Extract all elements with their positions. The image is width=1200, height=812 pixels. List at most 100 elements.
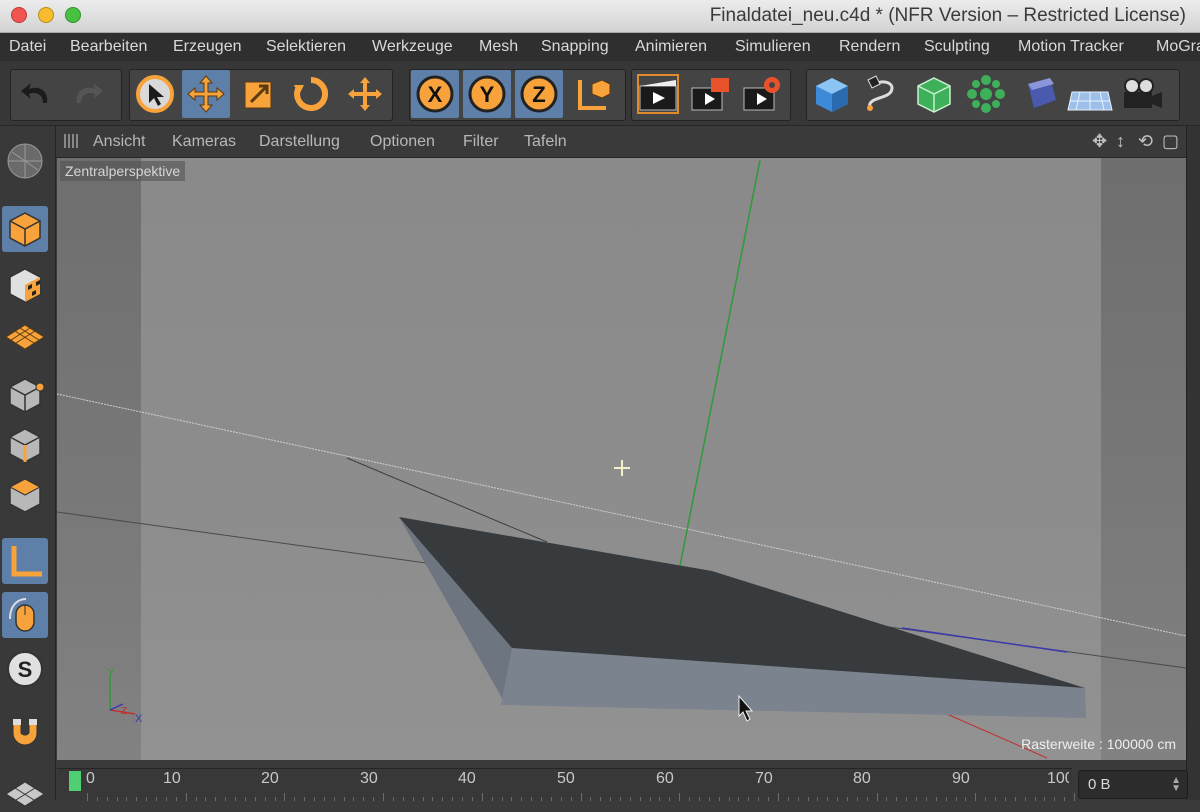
viewport-grip-icon[interactable] — [64, 134, 78, 148]
move-icon[interactable] — [182, 70, 230, 118]
viewport-solo-icon[interactable] — [2, 138, 48, 184]
texture-mode-icon[interactable] — [2, 262, 48, 308]
timeline-tick — [353, 797, 355, 801]
menu-simulieren[interactable]: Simulieren — [735, 38, 811, 56]
timeline-tick — [274, 797, 276, 801]
timeline-tick — [916, 797, 918, 801]
orbit-icon[interactable]: ⟲ — [1138, 131, 1153, 152]
undo-icon[interactable] — [13, 70, 61, 118]
menu-mograph[interactable]: MoGra — [1156, 38, 1200, 56]
grid-spacing-readout: Rasterweite : 100000 cm — [1021, 736, 1176, 752]
camera-label[interactable]: Zentralperspektive — [60, 161, 186, 181]
render-view-icon[interactable] — [634, 70, 682, 118]
timeline-tick — [807, 797, 809, 801]
viewport-menu-darstellung[interactable]: Darstellung — [259, 133, 340, 151]
timeline-tick — [768, 797, 770, 801]
menu-rendern[interactable]: Rendern — [839, 38, 900, 56]
render-picture-viewer-icon[interactable] — [686, 70, 734, 118]
right-panel-edge — [1186, 126, 1200, 800]
redo-icon[interactable] — [63, 70, 111, 118]
timeline-tick — [531, 797, 533, 801]
menu-sculpting[interactable]: Sculpting — [924, 38, 990, 56]
viewport-menu-filter[interactable]: Filter — [463, 133, 499, 151]
timeline-tick — [541, 797, 543, 801]
z-axis-label: Z — [532, 82, 545, 107]
axis-mode-icon[interactable] — [2, 538, 48, 584]
timeline-tick — [1054, 797, 1056, 801]
menu-datei[interactable]: Datei — [9, 38, 46, 56]
window-close-button[interactable] — [11, 7, 27, 23]
select-arrow-icon[interactable] — [131, 70, 179, 118]
tweak-mode-icon[interactable] — [2, 592, 48, 638]
stepper-arrows-icon[interactable]: ▲ ▼ — [1171, 776, 1181, 794]
menu-mesh[interactable]: Mesh — [479, 38, 518, 56]
timeline-tick — [254, 797, 256, 801]
points-mode-icon[interactable] — [2, 372, 48, 418]
menu-motion-tracker[interactable]: Motion Tracker — [1018, 38, 1124, 56]
magnet-icon[interactable] — [2, 710, 48, 756]
timeline-tick — [787, 797, 789, 801]
viewport-menu-kameras[interactable]: Kameras — [172, 133, 236, 151]
window-title: Finaldatei_neu.c4d * (NFR Version – Rest… — [709, 5, 1186, 26]
timeline-tick — [827, 797, 829, 801]
maximize-view-icon[interactable]: ▢ — [1162, 131, 1179, 152]
window-minimize-button[interactable] — [38, 7, 54, 23]
timeline-tick — [452, 797, 454, 801]
timeline-tick — [886, 797, 888, 801]
frame-input-field[interactable]: 0 B ▲ ▼ — [1078, 770, 1188, 799]
timeline-tick — [945, 797, 947, 801]
timeline-tick-label: 100 — [1047, 770, 1069, 787]
polygons-mode-icon[interactable] — [2, 472, 48, 518]
timeline-tick — [442, 797, 444, 801]
menu-bearbeiten[interactable]: Bearbeiten — [70, 38, 147, 56]
menu-erzeugen[interactable]: Erzeugen — [173, 38, 242, 56]
timeline-tick — [896, 797, 898, 801]
timeline-tick — [995, 797, 997, 801]
pan-icon[interactable]: ✥ — [1092, 131, 1107, 152]
deformer-icon[interactable] — [1016, 70, 1064, 118]
current-frame-marker[interactable] — [69, 771, 81, 791]
timeline-tick — [610, 797, 612, 801]
floor-grid-icon[interactable] — [2, 766, 48, 812]
transform-icon[interactable] — [341, 70, 389, 118]
menu-werkzeuge[interactable]: Werkzeuge — [372, 38, 453, 56]
menu-animieren[interactable]: Animieren — [635, 38, 707, 56]
viewport-menu-optionen[interactable]: Optionen — [370, 133, 435, 151]
timeline-tick — [343, 797, 345, 801]
window-maximize-button[interactable] — [65, 7, 81, 23]
menu-selektieren[interactable]: Selektieren — [266, 38, 346, 56]
timeline-ruler[interactable]: 0 10 20 30 40 50 60 70 80 90 100 — [57, 768, 1075, 801]
snap-icon[interactable]: S — [2, 646, 48, 692]
subdivision-surface-icon[interactable] — [910, 70, 958, 118]
scale-icon[interactable] — [235, 70, 283, 118]
gizmo-x-label: X — [135, 713, 143, 725]
camera-icon[interactable] — [1118, 70, 1166, 118]
crosshair-icon — [614, 460, 630, 476]
timeline-tick — [323, 797, 325, 801]
rotate-icon[interactable] — [287, 70, 335, 118]
workplane-icon[interactable] — [2, 314, 48, 360]
timeline-tick — [738, 797, 740, 801]
viewport-menu-ansicht[interactable]: Ansicht — [93, 133, 145, 151]
zoom-icon[interactable]: ↕ — [1116, 131, 1125, 152]
coordinate-system-icon[interactable] — [568, 70, 616, 118]
floor-icon[interactable] — [1066, 70, 1114, 118]
model-mode-icon[interactable] — [2, 206, 48, 252]
menu-snapping[interactable]: Snapping — [541, 38, 609, 56]
x-axis-lock-icon[interactable]: X — [411, 70, 459, 118]
spline-pen-icon[interactable] — [858, 70, 906, 118]
y-axis-lock-icon[interactable]: Y — [463, 70, 511, 118]
cube-icon[interactable] — [808, 70, 856, 118]
timeline-tick — [708, 797, 710, 801]
viewport-menu-tafeln[interactable]: Tafeln — [524, 133, 567, 151]
3d-viewport[interactable]: Y X Z Zentralperspektive Rasterweite : 1… — [57, 158, 1186, 760]
timeline-tick — [797, 797, 799, 801]
cloner-icon[interactable] — [962, 70, 1010, 118]
timeline-tick-label: 40 — [458, 770, 476, 787]
render-settings-icon[interactable] — [738, 70, 786, 118]
timeline-tick — [205, 797, 207, 801]
x-axis-label: X — [428, 82, 443, 107]
edges-mode-icon[interactable] — [2, 422, 48, 468]
frame-value: 0 B — [1088, 776, 1111, 793]
z-axis-lock-icon[interactable]: Z — [515, 70, 563, 118]
